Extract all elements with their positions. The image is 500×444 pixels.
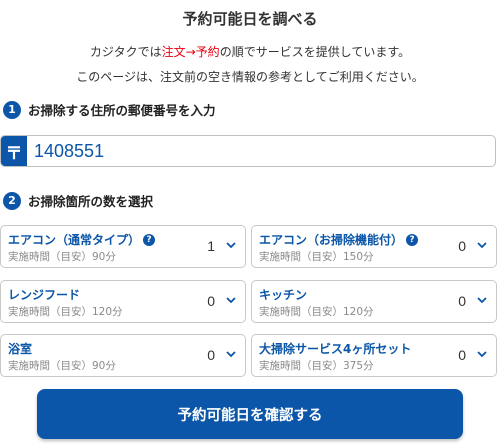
select-label: エアコン（通常タイプ） ? (8, 231, 156, 248)
help-icon[interactable]: ? (406, 233, 419, 246)
select-label: 大掃除サービス4ヶ所セット (259, 340, 411, 357)
aircon-self-cleaning-time: 実施時間（目安）150分 (259, 251, 374, 263)
select-label: レンジフード (8, 286, 80, 303)
step-1-number: 1 (3, 100, 21, 119)
confirm-availability-button[interactable]: 予約可能日を確認する (37, 389, 463, 439)
select-label: エアコン（お掃除機能付） ? (259, 231, 419, 248)
step-1-label: お掃除する住所の郵便番号を入力 (28, 103, 216, 118)
help-icon[interactable]: ? (143, 233, 156, 246)
aircon-standard-time: 実施時間（目安）90分 (8, 251, 116, 263)
intro-line-1: カジタクでは注文→予約の順でサービスを提供しています。 (0, 40, 500, 65)
aircon-self-cleaning-value: 0 (458, 238, 466, 254)
kitchen-time: 実施時間（目安）120分 (259, 306, 374, 318)
select-label: キッチン (259, 286, 307, 303)
intro-line-1-a: カジタクでは (89, 45, 162, 59)
select-aircon-self-cleaning[interactable]: エアコン（お掃除機能付） ? 実施時間（目安）150分 0 (251, 225, 497, 268)
postal-code-input[interactable] (27, 136, 495, 166)
postal-code-field[interactable]: 〒 (0, 135, 496, 167)
aircon-standard-value: 1 (207, 238, 215, 254)
bathroom-value: 0 (207, 347, 215, 363)
step-2-label: お掃除箇所の数を選択 (28, 194, 154, 209)
chevron-down-icon (226, 351, 236, 358)
postal-mark-icon: 〒 (1, 136, 27, 166)
bathroom-label: 浴室 (8, 342, 33, 356)
range-hood-value: 0 (207, 293, 215, 309)
chevron-down-icon (477, 351, 487, 358)
step-2-number: 2 (3, 191, 21, 210)
page-title: 予約可能日を調べる (182, 10, 318, 28)
intro-line-2: このページは、注文前の空き情報の参考としてご利用ください。 (76, 70, 424, 84)
select-aircon-standard[interactable]: エアコン（通常タイプ） ? 実施時間（目安）90分 1 (0, 225, 246, 268)
step-2-heading: 2 お掃除箇所の数を選択 (3, 191, 153, 210)
chevron-down-icon (477, 297, 487, 304)
select-range-hood[interactable]: レンジフード 実施時間（目安）120分 0 (0, 280, 246, 323)
select-label: 浴室 (8, 340, 32, 357)
intro-line-1-c: の順でサービスを提供しています。 (219, 45, 411, 59)
big-cleaning-set-value: 0 (458, 347, 466, 363)
intro-order-flow: 注文→予約 (161, 45, 220, 59)
kitchen-label: キッチン (259, 288, 308, 302)
range-hood-label: レンジフード (8, 288, 81, 302)
aircon-self-cleaning-label: エアコン（お掃除機能付） (259, 233, 404, 247)
chevron-down-icon (226, 297, 236, 304)
big-cleaning-set-label: 大掃除サービス4ヶ所セット (259, 342, 412, 356)
select-bathroom[interactable]: 浴室 実施時間（目安）90分 0 (0, 334, 246, 377)
chevron-down-icon (226, 242, 236, 249)
range-hood-time: 実施時間（目安）120分 (8, 306, 123, 318)
chevron-down-icon (477, 242, 487, 249)
bathroom-time: 実施時間（目安）90分 (8, 360, 116, 372)
aircon-standard-label: エアコン（通常タイプ） (8, 233, 141, 247)
select-big-cleaning-set[interactable]: 大掃除サービス4ヶ所セット 実施時間（目安）375分 0 (251, 334, 497, 377)
big-cleaning-set-time: 実施時間（目安）375分 (259, 360, 374, 372)
kitchen-value: 0 (458, 293, 466, 309)
intro-text: カジタクでは注文→予約の順でサービスを提供しています。 このページは、注文前の空… (0, 40, 500, 90)
select-kitchen[interactable]: キッチン 実施時間（目安）120分 0 (251, 280, 497, 323)
step-1-heading: 1 お掃除する住所の郵便番号を入力 (3, 100, 216, 119)
